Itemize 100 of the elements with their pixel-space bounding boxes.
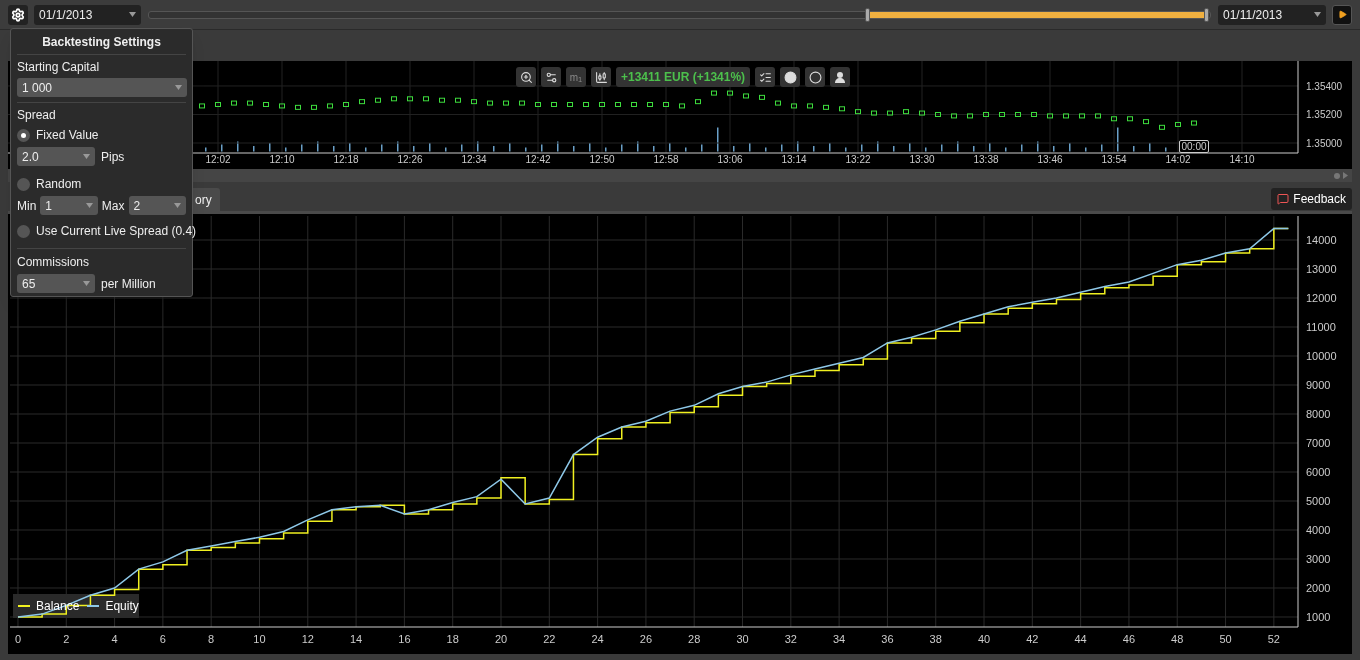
time-label: 13:22 <box>845 154 871 165</box>
x-axis-label: 14 <box>349 633 363 645</box>
field-label: Starting Capital <box>17 59 100 74</box>
candle <box>1191 120 1197 126</box>
radio-label: Fixed Value <box>36 128 99 142</box>
x-axis-label: 46 <box>1122 633 1136 645</box>
radio-button[interactable] <box>17 177 30 191</box>
zoom-button[interactable] <box>516 67 536 87</box>
chart-type-button[interactable] <box>591 67 611 87</box>
speech-bubble-icon <box>1277 193 1290 205</box>
y-axis-label: 3000 <box>1306 553 1331 565</box>
start-date-select[interactable]: 01/1/2013 <box>34 4 141 25</box>
candle <box>935 112 941 117</box>
candle <box>423 96 429 102</box>
candle <box>375 97 381 103</box>
x-axis-label: 50 <box>1219 633 1232 645</box>
price-label: 1.35000 <box>1306 138 1343 149</box>
x-axis-label: 36 <box>881 633 894 645</box>
caret-icon <box>83 281 90 286</box>
person-button[interactable] <box>830 67 851 87</box>
candle <box>1127 116 1133 122</box>
x-axis-label: 12 <box>301 633 314 645</box>
slider-handle[interactable] <box>865 7 871 22</box>
time-label: 12:02 <box>205 154 231 165</box>
radio-label: Random <box>36 177 82 191</box>
checklist-button[interactable] <box>755 67 776 87</box>
x-axis-label: 40 <box>977 633 991 645</box>
candle <box>1079 113 1085 119</box>
candle <box>759 94 765 100</box>
candle <box>471 99 477 105</box>
caret-icon <box>1314 12 1321 17</box>
candle <box>263 102 269 107</box>
profit-badge: +13411 EUR (+1341%) <box>616 67 751 87</box>
commissions-select[interactable]: 65 <box>17 274 95 293</box>
time-label: 12:26 <box>397 154 423 165</box>
caret-icon <box>85 203 93 208</box>
candle <box>519 100 525 106</box>
candle <box>359 99 365 105</box>
candle <box>583 102 589 107</box>
max-label: Max <box>101 198 125 213</box>
radio-label: Use Current Live Spread (0.4) <box>36 224 197 238</box>
candle <box>967 113 973 119</box>
candle <box>647 102 653 107</box>
candle <box>695 99 701 105</box>
time-label: 12:34 <box>461 154 487 165</box>
time-label: 12:42 <box>525 154 551 165</box>
x-axis-label: 22 <box>543 633 556 645</box>
candle <box>343 102 349 107</box>
candle <box>791 103 797 109</box>
candle <box>455 97 461 103</box>
caret-icon <box>129 12 136 17</box>
candle <box>855 109 861 115</box>
candle <box>679 103 685 109</box>
candle <box>199 103 205 109</box>
candle <box>599 102 605 107</box>
candle <box>551 102 557 107</box>
candle <box>503 100 509 106</box>
candle <box>919 110 925 116</box>
feedback-button[interactable]: Feedback <box>1271 188 1352 210</box>
candle <box>535 102 541 107</box>
min-select[interactable]: 1 <box>40 196 98 215</box>
time-label: 12:58 <box>653 154 679 165</box>
y-axis-label: 9000 <box>1306 379 1331 391</box>
x-axis-label: 28 <box>688 633 701 645</box>
play-button[interactable] <box>1332 4 1352 25</box>
candle <box>1095 113 1101 119</box>
y-axis-label: 13000 <box>1306 263 1337 275</box>
time-label: 13:38 <box>973 154 999 165</box>
x-axis-label: 6 <box>159 633 166 645</box>
cursor-time-label: 00:00 <box>1179 140 1209 153</box>
x-axis-label: 30 <box>736 633 749 645</box>
radio-button[interactable] <box>17 224 30 238</box>
x-axis-label: 52 <box>1267 633 1280 645</box>
time-label: 14:02 <box>1165 154 1191 165</box>
x-axis-label: 18 <box>446 633 459 645</box>
x-axis-label: 48 <box>1171 633 1184 645</box>
max-select[interactable]: 2 <box>128 196 186 215</box>
x-axis-label: 10 <box>253 633 266 645</box>
play-icon <box>1337 10 1347 19</box>
chart-settings-button[interactable] <box>541 67 561 87</box>
x-axis-label: 42 <box>1026 633 1039 645</box>
settings-button[interactable] <box>8 4 28 25</box>
circle-icon <box>808 70 822 84</box>
date-range-slider[interactable] <box>148 10 1211 19</box>
candle <box>951 113 957 119</box>
end-date-select[interactable]: 01/11/2013 <box>1218 4 1326 25</box>
unit-label: Pips <box>101 149 125 164</box>
popover-title: Backtesting Settings <box>42 34 161 49</box>
candle <box>743 93 749 99</box>
starting-capital-select[interactable]: 1 000 <box>17 78 187 97</box>
slider-handle[interactable] <box>1203 7 1209 22</box>
circle-icon <box>783 70 797 84</box>
candle <box>807 103 813 109</box>
candle <box>1175 121 1181 127</box>
candle <box>247 100 253 106</box>
candle <box>1031 112 1037 117</box>
candle <box>1047 113 1053 119</box>
spread-select[interactable]: 2.0 <box>17 147 95 166</box>
time-label: 12:50 <box>589 154 615 165</box>
radio-button[interactable] <box>17 128 30 142</box>
